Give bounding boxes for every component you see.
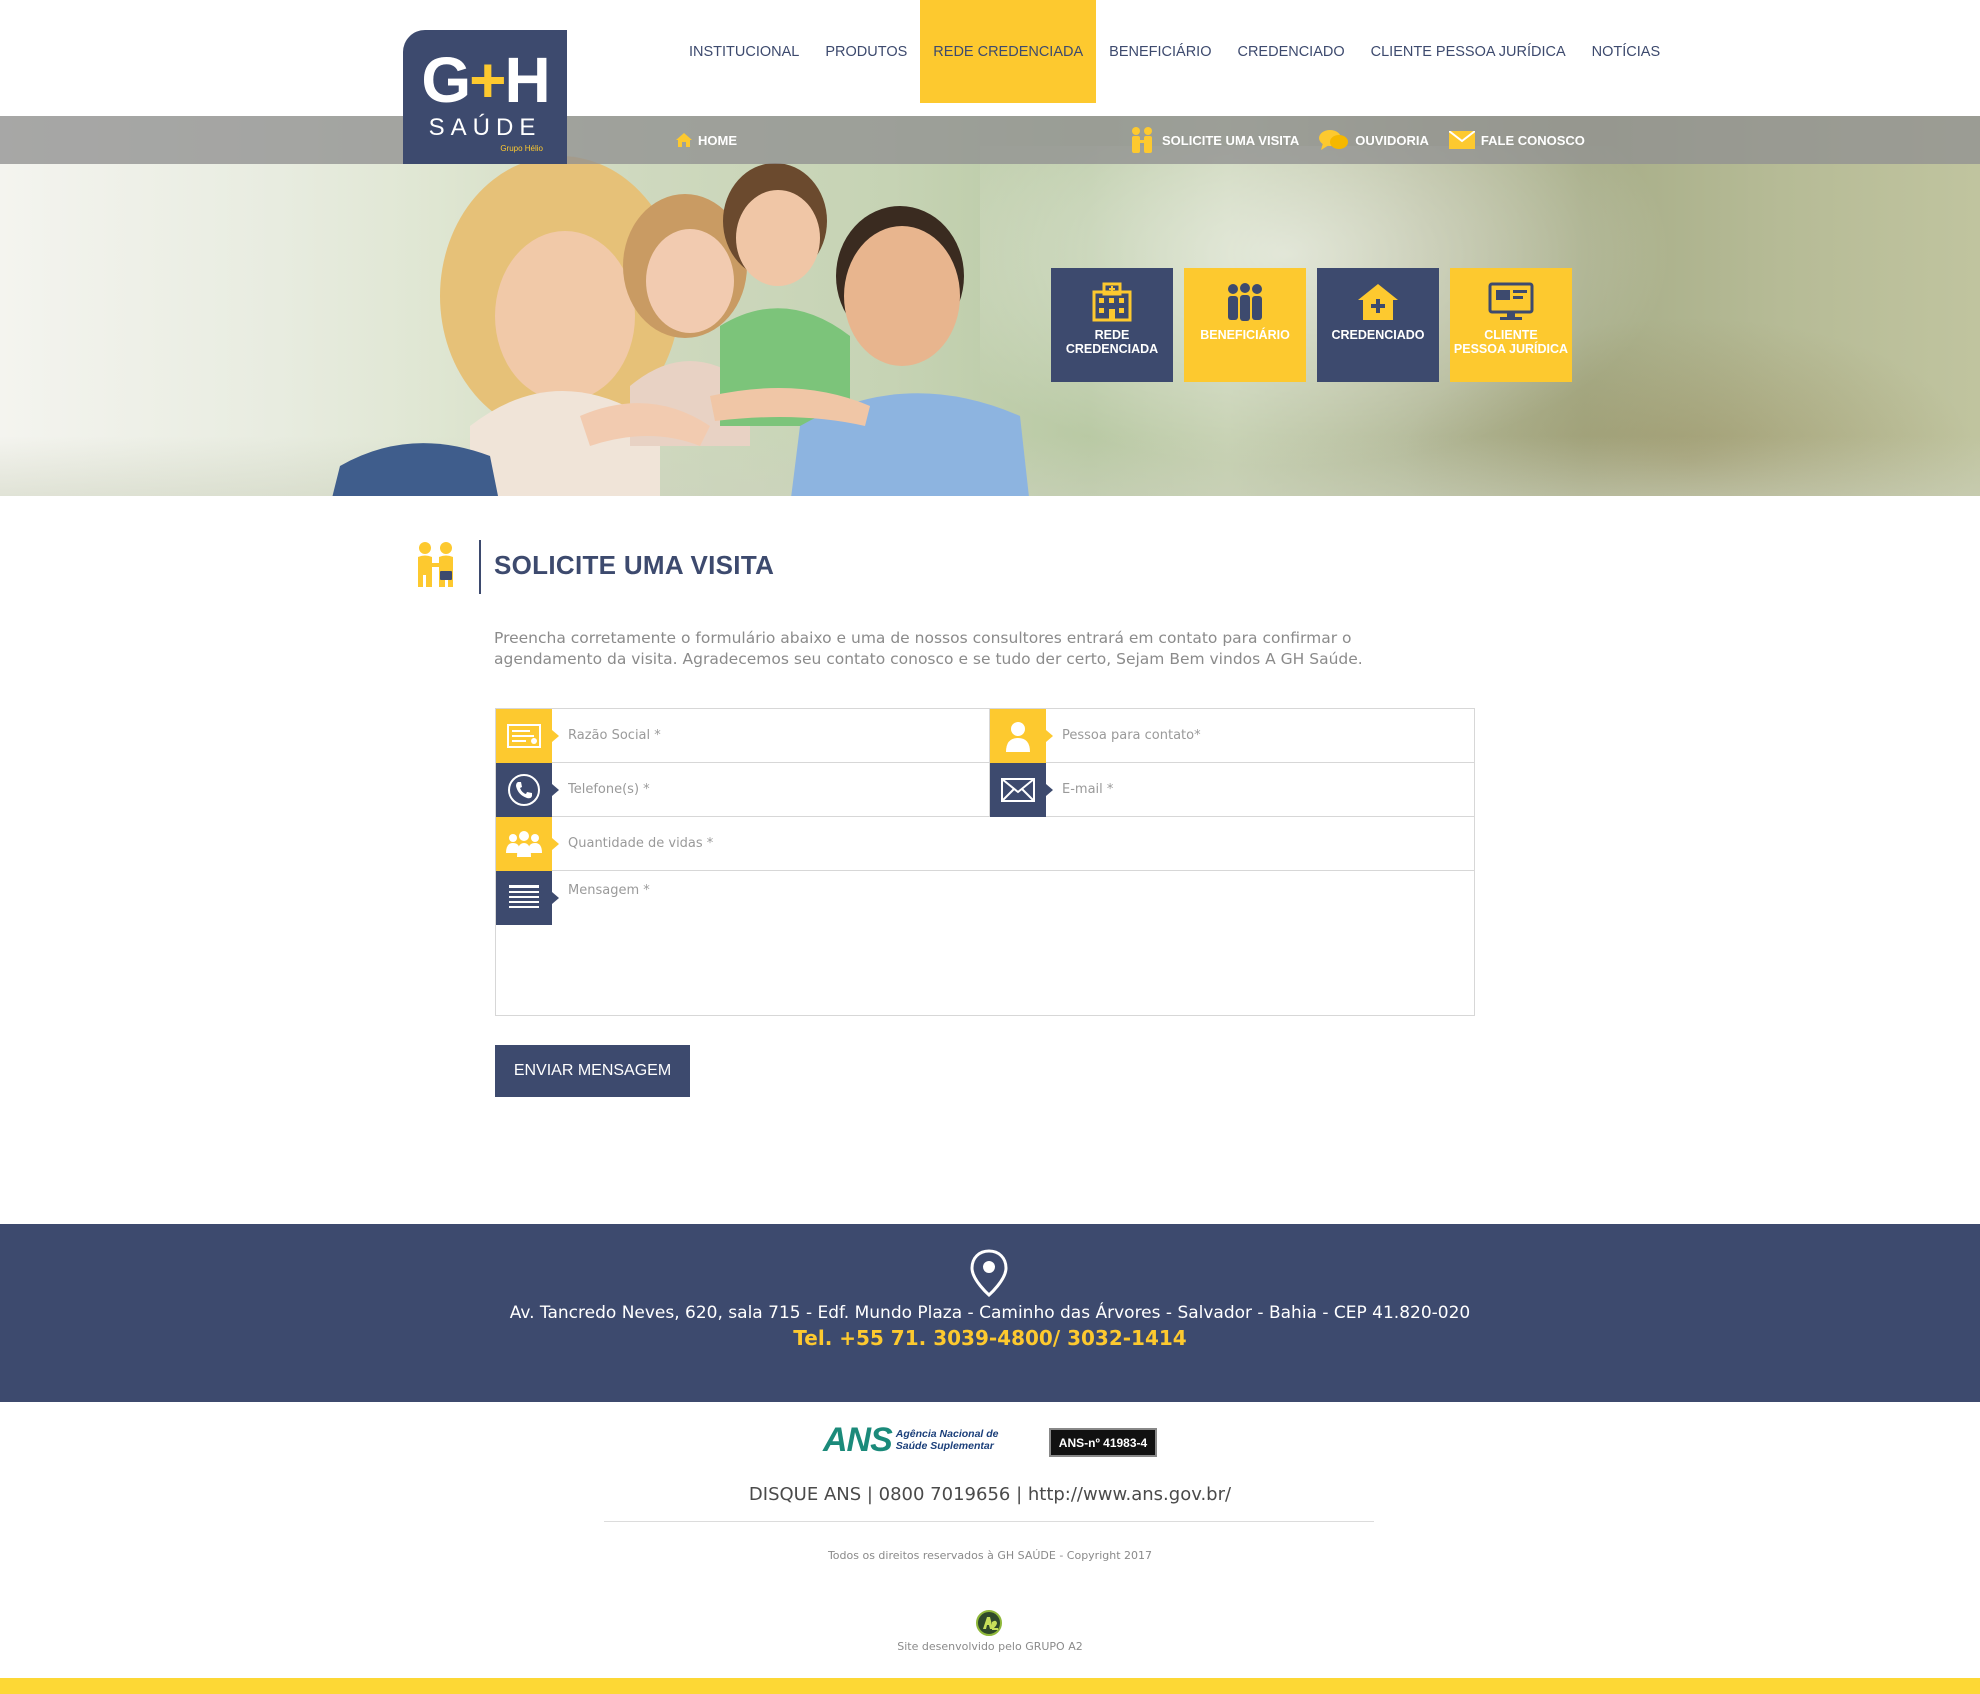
form-row — [496, 708, 1474, 763]
title-divider — [479, 540, 481, 594]
telefone-field-wrap — [496, 762, 990, 817]
email-input[interactable] — [1062, 774, 1452, 805]
document-icon — [496, 708, 559, 763]
logo-wordmark: G+H — [421, 44, 550, 116]
visit-request-form — [495, 708, 1475, 1016]
mensagem-textarea[interactable] — [568, 883, 1458, 1003]
breadcrumb: HOME — [676, 128, 737, 152]
location-pin-icon — [970, 1249, 1008, 1297]
logo-subtitle: SAÚDE — [428, 114, 542, 141]
phone-icon — [496, 762, 559, 817]
developer-credit: Site desenvolvido pelo GRUPO A2 — [897, 1640, 1083, 1653]
nav-item-noticias[interactable]: NOTÍCIAS — [1579, 0, 1673, 103]
razao-social-input[interactable] — [568, 720, 968, 751]
sub-nav-bar — [0, 116, 1980, 164]
quick-access-tiles: REDE CREDENCIADA BENEFICIÁRIO CREDENCIAD… — [1051, 268, 1572, 382]
home-icon — [676, 133, 692, 147]
nav-item-credenciado[interactable]: CREDENCIADO — [1224, 0, 1357, 103]
page-title: SOLICITE UMA VISITA — [494, 550, 775, 580]
form-row — [496, 762, 1474, 817]
person-icon — [990, 708, 1053, 763]
ans-logo[interactable]: ANS Agência Nacional de Saúde Suplementar — [823, 1418, 1019, 1462]
nav-item-produtos[interactable]: PRODUTOS — [812, 0, 920, 103]
nav-item-institucional[interactable]: INSTITUCIONAL — [676, 0, 812, 103]
envelope-icon — [1448, 131, 1475, 149]
grupo-a2-logo-icon[interactable] — [976, 1610, 1002, 1636]
nav-item-cliente-pj[interactable]: CLIENTE PESSOA JURÍDICA — [1358, 0, 1579, 103]
logo-group-text: Grupo Hélio — [500, 144, 543, 153]
brand-logo[interactable]: G+H SAÚDE Grupo Hélio — [403, 30, 567, 164]
send-message-button[interactable]: ENVIAR MENSAGEM — [495, 1045, 690, 1097]
telefone-input[interactable] — [568, 774, 968, 805]
monitor-icon — [1488, 282, 1534, 320]
visit-link[interactable]: SOLICITE UMA VISITA — [1128, 126, 1299, 154]
nav-item-beneficiario[interactable]: BENEFICIÁRIO — [1096, 0, 1224, 103]
footer-divider — [604, 1521, 1374, 1522]
tile-rede-credenciada[interactable]: REDE CREDENCIADA — [1051, 268, 1173, 382]
contato-field-wrap — [990, 708, 1474, 763]
footer-address: Av. Tancredo Neves, 620, sala 715 - Edf.… — [509, 1303, 1471, 1323]
handshake-people-icon — [418, 542, 453, 587]
form-row — [496, 816, 1474, 871]
utility-nav: SOLICITE UMA VISITA OUVIDORIA FALE CONOS… — [1128, 126, 1585, 154]
tile-cliente-pj[interactable]: CLIENTE PESSOA JURÍDICA — [1450, 268, 1572, 382]
chat-bubbles-icon — [1319, 130, 1349, 150]
contato-input[interactable] — [1062, 720, 1452, 751]
footer-phone: Tel. +55 71. 3039-4800/ 3032-1414 — [793, 1326, 1187, 1350]
copyright-text: Todos os direitos reservados à GH SAÚDE … — [827, 1549, 1153, 1562]
vidas-field-wrap — [496, 816, 1474, 871]
razao-social-field-wrap — [496, 708, 990, 763]
tile-beneficiario[interactable]: BENEFICIÁRIO — [1184, 268, 1306, 382]
bottom-accent-stripe — [0, 1678, 1980, 1694]
contact-link[interactable]: FALE CONOSCO — [1448, 131, 1585, 149]
hospital-icon — [1092, 282, 1132, 322]
ouvidoria-link[interactable]: OUVIDORIA — [1319, 128, 1429, 152]
disque-ans-line: DISQUE ANS | 0800 7019656 | http://www.a… — [748, 1484, 1232, 1505]
vidas-input[interactable] — [568, 828, 1448, 859]
intro-text: Preencha corretamente o formulário abaix… — [494, 629, 1363, 668]
medical-house-icon — [1358, 284, 1398, 320]
family-photo — [332, 156, 1029, 496]
main-nav: INSTITUCIONAL PRODUTOS REDE CREDENCIADA … — [676, 0, 1673, 103]
hero-banner — [0, 116, 1980, 496]
ans-registration-badge: ANS-nº 41983-4 — [1049, 1428, 1157, 1457]
home-link[interactable]: HOME — [676, 133, 737, 148]
text-lines-icon — [496, 871, 559, 925]
email-field-wrap — [990, 762, 1474, 817]
handshake-people-icon — [1132, 127, 1152, 153]
group-icon — [496, 816, 559, 871]
mensagem-field-wrap — [496, 871, 1474, 1015]
tile-credenciado[interactable]: CREDENCIADO — [1317, 268, 1439, 382]
envelope-icon — [990, 762, 1053, 817]
people-icon — [1228, 283, 1262, 321]
nav-item-rede-credenciada[interactable]: REDE CREDENCIADA — [920, 0, 1097, 103]
